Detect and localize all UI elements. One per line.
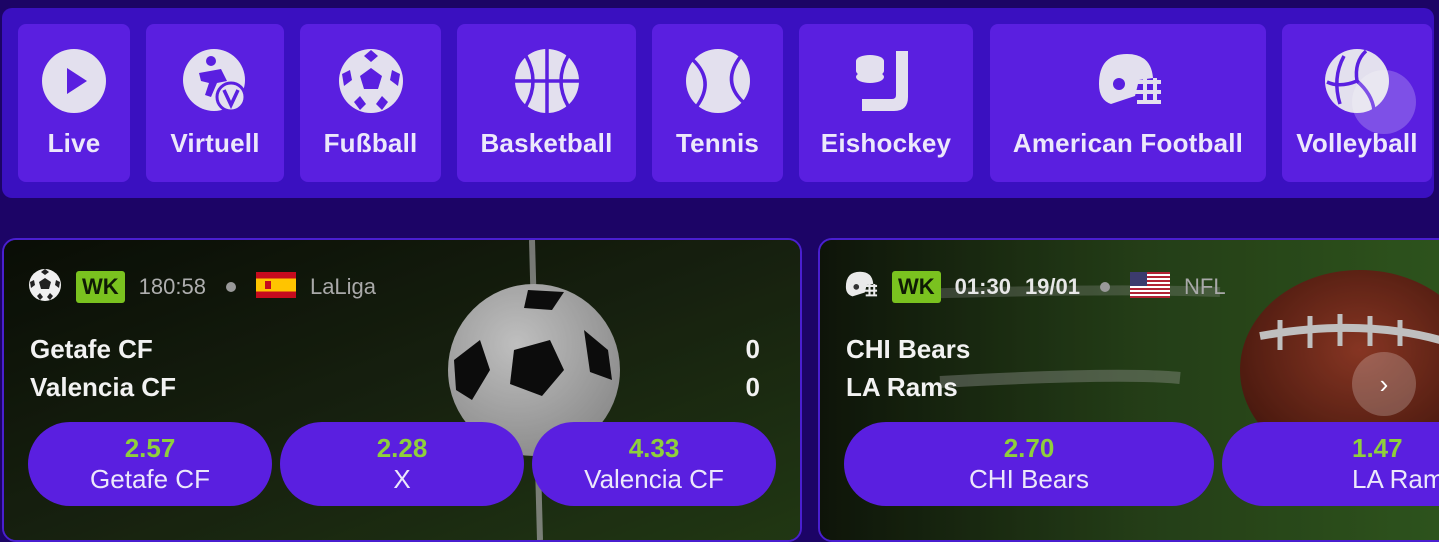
match-card[interactable]: WK 01:30 19/01 NFL CHI Bears LA Rams 2.7… bbox=[818, 238, 1439, 542]
spain-flag-icon bbox=[255, 271, 296, 303]
soccer-ball-icon bbox=[336, 46, 406, 116]
nav-scroll-right-button[interactable] bbox=[1352, 70, 1416, 134]
sport-tab-basketball[interactable]: Basketball bbox=[457, 24, 636, 182]
odds-value: 2.70 bbox=[1003, 433, 1055, 463]
sport-tab-eishockey[interactable]: Eishockey bbox=[799, 24, 973, 182]
odds-value: 2.28 bbox=[376, 433, 428, 463]
basketball-icon bbox=[512, 46, 582, 116]
separator-dot bbox=[225, 282, 236, 292]
odds-button-draw[interactable]: 2.28 X bbox=[280, 422, 524, 506]
virtual-sports-icon bbox=[180, 46, 250, 116]
match-time: 180:58 bbox=[138, 274, 206, 299]
odds-button-away[interactable]: 1.47 LA Rams bbox=[1222, 422, 1439, 506]
sport-tab-fussball[interactable]: Fußball bbox=[300, 24, 441, 182]
football-helmet-icon bbox=[1093, 46, 1163, 116]
sport-tab-tennis[interactable]: Tennis bbox=[652, 24, 783, 182]
league-name: NFL bbox=[1184, 274, 1226, 299]
cards-scroll-right-button[interactable]: › bbox=[1352, 352, 1416, 416]
odds-value: 4.33 bbox=[628, 433, 680, 463]
sport-tab-american-football[interactable]: American Football bbox=[990, 24, 1266, 182]
sport-tab-label: American Football bbox=[1012, 128, 1244, 158]
odds-button-away[interactable]: 4.33 Valencia CF bbox=[532, 422, 776, 506]
sport-tab-label: Volleyball bbox=[1296, 128, 1418, 158]
team-score: 0 bbox=[745, 333, 760, 364]
odds-label: Getafe CF bbox=[90, 464, 210, 494]
sport-tab-label: Fußball bbox=[323, 128, 418, 158]
odds-button-home[interactable]: 2.57 Getafe CF bbox=[28, 422, 272, 506]
odds-value: 2.57 bbox=[124, 433, 176, 463]
team-row-away: Valencia CF 0 bbox=[30, 370, 760, 404]
odds-label: X bbox=[393, 464, 411, 494]
sport-tab-label: Basketball bbox=[480, 128, 613, 158]
sport-tab-label: Eishockey bbox=[820, 128, 952, 158]
team-name: Valencia CF bbox=[30, 371, 176, 402]
team-name: Getafe CF bbox=[30, 333, 153, 364]
league-name: LaLiga bbox=[309, 274, 377, 299]
sport-tab-label: Live bbox=[47, 128, 101, 158]
wk-badge: WK bbox=[892, 271, 941, 303]
team-name: CHI Bears bbox=[846, 333, 971, 364]
team-score: 0 bbox=[745, 371, 760, 402]
match-time: 01:30 bbox=[954, 274, 1011, 299]
play-icon bbox=[39, 46, 109, 116]
tennis-ball-icon bbox=[683, 46, 753, 116]
wk-badge: WK bbox=[76, 271, 125, 303]
usa-flag-icon bbox=[1130, 271, 1170, 303]
team-row-home: Getafe CF 0 bbox=[30, 332, 760, 366]
sport-tab-virtuell[interactable]: Virtuell bbox=[146, 24, 284, 182]
sport-tab-label: Tennis bbox=[675, 128, 760, 158]
team-row-away: LA Rams bbox=[846, 370, 1420, 404]
separator-dot bbox=[1100, 282, 1110, 292]
sports-nav: Live Virtuell Fußball Basketball Tennis … bbox=[2, 8, 1434, 198]
team-name: LA Rams bbox=[846, 371, 958, 402]
football-helmet-icon bbox=[844, 268, 878, 307]
odds-label: CHI Bears bbox=[969, 464, 1089, 494]
odds-label: Valencia CF bbox=[584, 464, 724, 494]
match-header: WK 01:30 19/01 NFL bbox=[844, 270, 1436, 304]
chevron-right-icon: › bbox=[1379, 368, 1389, 399]
match-card[interactable]: WK 180:58 LaLiga Getafe CF 0 Valencia CF… bbox=[2, 238, 802, 542]
odds-button-home[interactable]: 2.70 CHI Bears bbox=[844, 422, 1214, 506]
sport-tab-live[interactable]: Live bbox=[18, 24, 130, 182]
odds-value: 1.47 bbox=[1352, 433, 1403, 463]
hockey-icon bbox=[851, 46, 921, 116]
odds-label: LA Rams bbox=[1352, 464, 1439, 494]
sport-tab-label: Virtuell bbox=[170, 128, 260, 158]
team-row-home: CHI Bears bbox=[846, 332, 1420, 366]
soccer-ball-icon bbox=[28, 268, 62, 307]
match-date: 19/01 bbox=[1024, 274, 1080, 299]
match-header: WK 180:58 LaLiga bbox=[28, 268, 776, 307]
